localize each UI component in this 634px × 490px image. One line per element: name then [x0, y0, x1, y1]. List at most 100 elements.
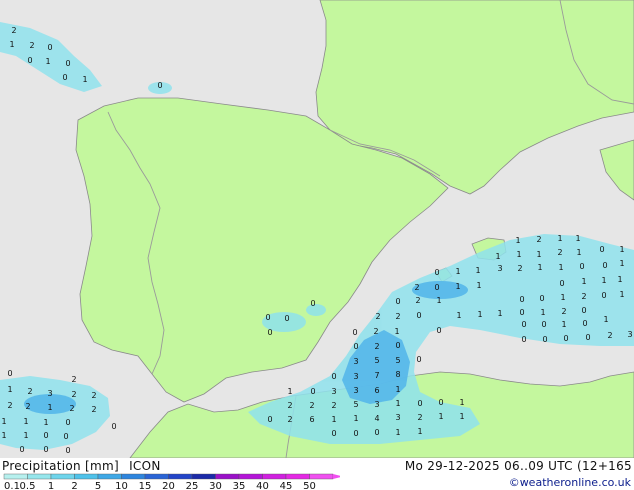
precip-value-label: 0: [521, 320, 526, 329]
legend-arrow: [333, 474, 340, 479]
precip-value-label: 1: [455, 267, 460, 276]
precip-value-label: 1: [395, 385, 400, 394]
legend-tick-label: 2: [71, 481, 77, 490]
precip-value-label: 1: [459, 412, 464, 421]
legend-tick-label: 40: [256, 481, 269, 490]
precip-value-label: 1: [456, 311, 461, 320]
precip-value-label: 1: [516, 250, 521, 259]
precip-value-label: 0: [582, 319, 587, 328]
precip-value-label: 0: [27, 56, 32, 65]
precip-value-label: 1: [47, 403, 52, 412]
precip-value-label: 1: [417, 427, 422, 436]
precip-value-label: 1: [561, 320, 566, 329]
legend-tick-label: 1: [48, 481, 54, 490]
legend-swatch: [215, 473, 240, 480]
precip-value-label: 1: [557, 234, 562, 243]
precip-value-label: 0: [265, 313, 270, 322]
precip-value-label: 0: [352, 328, 357, 337]
precip-area-inland-small: [306, 304, 326, 316]
precip-value-label: 1: [619, 259, 624, 268]
precip-value-label: 0: [581, 306, 586, 315]
legend-swatch: [191, 473, 216, 480]
precip-value-label: 0: [43, 431, 48, 440]
precip-value-label: 2: [374, 342, 379, 351]
precip-value-label: 1: [619, 245, 624, 254]
precip-value-label: 1: [395, 428, 400, 437]
precip-value-label: 1: [540, 308, 545, 317]
precip-value-label: 1: [395, 399, 400, 408]
precip-value-label: 1: [45, 57, 50, 66]
precip-value-label: 1: [43, 418, 48, 427]
precip-value-label: 2: [373, 327, 378, 336]
precip-value-label: 3: [353, 386, 358, 395]
precip-value-label: 0: [47, 43, 52, 52]
precip-value-label: 4: [374, 414, 379, 423]
precip-value-label: 3: [47, 389, 52, 398]
precip-value-label: 2: [395, 312, 400, 321]
precip-value-label: 0: [62, 73, 67, 82]
precip-value-label: 0: [111, 422, 116, 431]
precip-value-label: 0: [416, 355, 421, 364]
legend-ticks: 0.1 0.5 1 2 5 10 15 20 25 30 35 40 45 50: [4, 481, 316, 490]
precip-value-label: 3: [627, 330, 632, 339]
precip-value-label: 1: [477, 310, 482, 319]
precip-value-label: 2: [91, 405, 96, 414]
precip-value-label: 0: [43, 445, 48, 454]
precip-value-label: 0: [601, 291, 606, 300]
legend-tick-label: 5: [95, 481, 101, 490]
precip-value-label: 3: [395, 413, 400, 422]
legend-tick-label: 25: [186, 481, 199, 490]
precip-value-label: 0: [353, 429, 358, 438]
precip-value-label: 0: [19, 445, 24, 454]
legend-swatch: [3, 473, 28, 480]
precip-value-label: 0: [65, 446, 70, 455]
precip-value-label: 0: [63, 432, 68, 441]
precip-value-label: 2: [415, 296, 420, 305]
precip-value-label: 2: [536, 235, 541, 244]
precip-value-label: 1: [536, 250, 541, 259]
legend-swatch: [168, 473, 193, 480]
precip-value-label: 1: [82, 75, 87, 84]
precip-value-label: 0: [395, 341, 400, 350]
legend-swatch: [285, 473, 310, 480]
precip-value-label: 1: [287, 387, 292, 396]
precip-value-label: 1: [603, 315, 608, 324]
legend-swatch: [74, 473, 99, 480]
precip-value-label: 1: [617, 275, 622, 284]
precip-value-label: 7: [374, 371, 379, 380]
precip-value-label: 2: [517, 264, 522, 273]
legend-tick-label: 15: [139, 481, 152, 490]
variable-label: Precipitation [mm]: [2, 459, 119, 473]
precip-value-label: 1: [475, 266, 480, 275]
legend-swatch: [262, 473, 287, 480]
precip-value-label: 0: [579, 262, 584, 271]
precip-value-label: 0: [267, 415, 272, 424]
precip-value-label: 2: [25, 402, 30, 411]
precip-value-label: 1: [23, 417, 28, 426]
precip-value-label: 2: [561, 307, 566, 316]
precip-value-label: 1: [436, 296, 441, 305]
precip-value-label: 1: [558, 263, 563, 272]
precip-value-label: 1: [515, 236, 520, 245]
precip-value-label: 2: [417, 413, 422, 422]
precip-value-label: 2: [287, 415, 292, 424]
precip-value-label: 0: [541, 320, 546, 329]
precip-value-label: 0: [599, 245, 604, 254]
precip-value-label: 0: [542, 335, 547, 344]
precip-value-label: 2: [375, 312, 380, 321]
precip-value-label: 2: [27, 387, 32, 396]
legend-tick-label: 10: [115, 481, 128, 490]
precip-value-label: 3: [497, 264, 502, 273]
precip-value-label: 2: [91, 391, 96, 400]
legend-swatch: [238, 473, 263, 480]
footer-bar: Precipitation [mm] ICON Mo 29-12-2025 06…: [0, 458, 634, 490]
precipitation-map: 2 1 2 0 0 1 0 0 1 0 0 0 0 0 0 2 1 2 3 2 2 2 2 1 2 2 1 1 1 0 0 1 1 0 0 0 0 0 1 2…: [0, 0, 634, 458]
credit-link[interactable]: ©weatheronline.co.uk: [509, 476, 631, 489]
legend-swatches: [3, 473, 340, 480]
precip-value-label: 1: [619, 290, 624, 299]
precip-value-label: 1: [459, 398, 464, 407]
precip-value-label: 0: [602, 261, 607, 270]
precip-value-label: 1: [23, 431, 28, 440]
precip-value-label: 5: [395, 356, 400, 365]
precip-value-label: 0: [434, 283, 439, 292]
